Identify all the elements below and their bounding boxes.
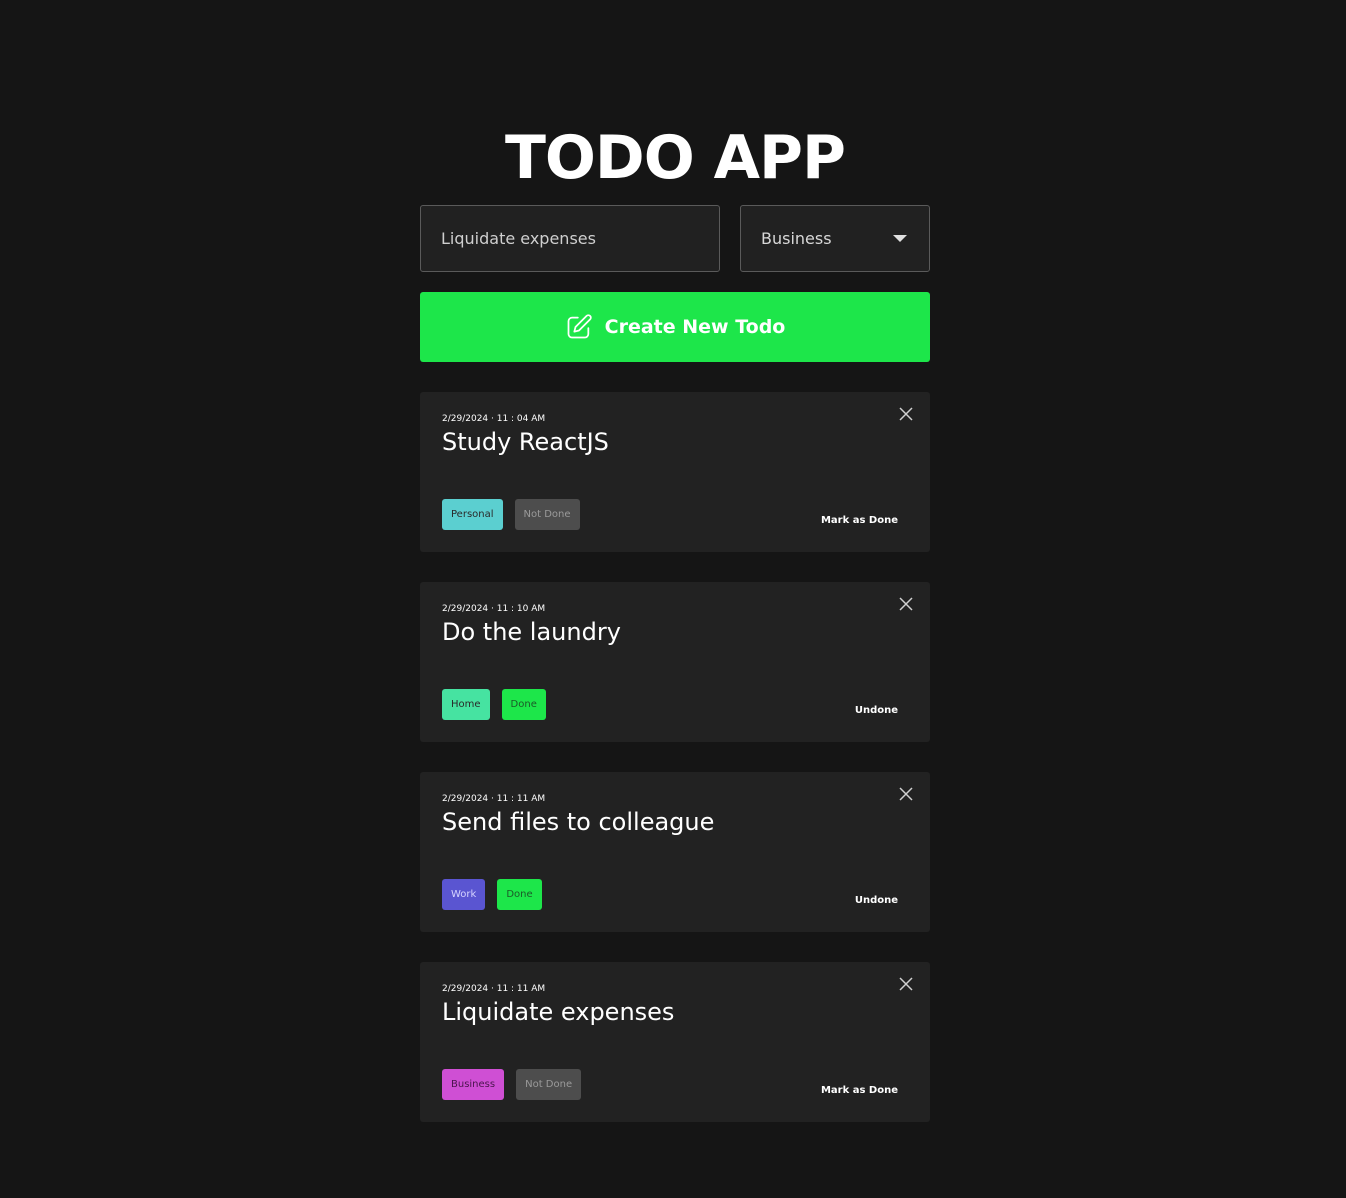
pencil-square-icon <box>567 314 592 339</box>
status-badge: Not Done <box>514 499 580 530</box>
app-title: TODO APP <box>504 123 846 193</box>
status-badge: Not Done <box>516 1069 582 1100</box>
todo-title: Liquidate expenses <box>442 998 675 1026</box>
category-select-value: Business <box>761 229 832 248</box>
category-badge: Business <box>442 1069 505 1100</box>
todo-tags: Home Done <box>442 689 546 720</box>
mark-done-button[interactable]: Mark as Done <box>821 1085 898 1096</box>
todo-title: Do the laundry <box>442 618 621 646</box>
todo-title: Send files to colleague <box>442 808 715 836</box>
undone-button[interactable]: Undone <box>855 895 898 906</box>
todo-card: 2/29/2024 · 11 : 11 AM Send files to col… <box>420 772 930 932</box>
todo-card: 2/29/2024 · 11 : 10 AM Do the laundry Ho… <box>420 582 930 742</box>
category-badge: Home <box>442 689 490 720</box>
todo-text-input[interactable] <box>420 205 720 272</box>
category-badge: Personal <box>442 499 503 530</box>
todo-tags: Work Done <box>442 879 542 910</box>
status-badge: Done <box>497 879 542 910</box>
todo-title: Study ReactJS <box>442 428 609 456</box>
todo-date: 2/29/2024 · 11 : 10 AM <box>442 604 546 614</box>
create-todo-label: Create New Todo <box>604 316 786 338</box>
close-icon[interactable] <box>898 786 914 802</box>
todo-tags: Personal Not Done <box>442 499 580 530</box>
category-select[interactable]: Business <box>740 205 930 272</box>
mark-done-button[interactable]: Mark as Done <box>821 515 898 526</box>
todo-date: 2/29/2024 · 11 : 11 AM <box>442 794 546 804</box>
todo-card: 2/29/2024 · 11 : 04 AM Study ReactJS Per… <box>420 392 930 552</box>
undone-button[interactable]: Undone <box>855 705 898 716</box>
close-icon[interactable] <box>898 406 914 422</box>
todo-date: 2/29/2024 · 11 : 11 AM <box>442 984 546 994</box>
todo-form: Business <box>420 205 930 272</box>
todo-card: 2/29/2024 · 11 : 11 AM Liquidate expense… <box>420 962 930 1122</box>
status-badge: Done <box>501 689 546 720</box>
close-icon[interactable] <box>898 976 914 992</box>
todo-tags: Business Not Done <box>442 1069 582 1100</box>
category-badge: Work <box>442 879 486 910</box>
close-icon[interactable] <box>898 596 914 612</box>
create-todo-button[interactable]: Create New Todo <box>420 292 930 362</box>
chevron-down-icon <box>893 235 907 242</box>
todo-date: 2/29/2024 · 11 : 04 AM <box>442 414 546 424</box>
